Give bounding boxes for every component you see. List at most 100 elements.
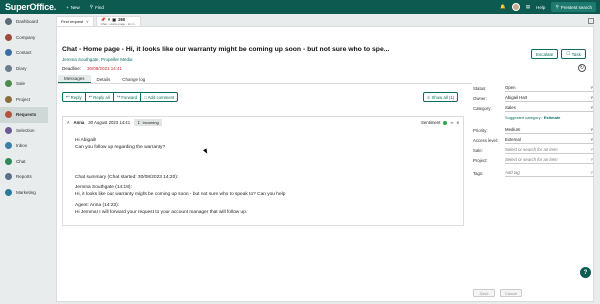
chevron-down-icon: ˅: [590, 157, 593, 162]
selection-icon: [5, 126, 12, 134]
cancel-button[interactable]: Cancel: [500, 289, 522, 297]
help-icon[interactable]: ?: [580, 267, 591, 278]
tags-placeholder: Add tag: [505, 170, 520, 175]
message-line: Hi Jemma! I will forward your request to…: [75, 209, 248, 215]
marketing-icon: [5, 188, 12, 196]
sidebar-item-selection[interactable]: Selection: [0, 123, 48, 139]
refresh-icon[interactable]: ↻: [578, 64, 586, 72]
save-button[interactable]: Save: [473, 289, 495, 297]
sidebar-item-label: Contact: [16, 50, 32, 56]
contact-icon: [5, 49, 12, 57]
bell-icon[interactable]: 🔔: [500, 4, 506, 10]
sale-select[interactable]: Select or search for an item ˅: [505, 146, 594, 154]
collapse-chevron-icon[interactable]: ˄: [67, 120, 70, 125]
sidebar-item-reports[interactable]: Reports: [0, 169, 48, 185]
suggested-value: Estimate: [543, 114, 561, 120]
tab-change-log[interactable]: Change log: [116, 75, 151, 83]
task-label: Task: [571, 51, 581, 57]
maximize-icon[interactable]: [588, 18, 594, 24]
chevron-down-icon: ˅: [590, 85, 593, 90]
reports-icon: [5, 173, 12, 181]
priority-select[interactable]: Medium ˅: [505, 126, 594, 134]
forward-button[interactable]: ↪ Forward: [114, 93, 142, 101]
access-select[interactable]: External ˅: [505, 136, 594, 144]
sidebar-item-diary[interactable]: Diary: [0, 61, 48, 77]
sidebar: Dashboard Company Contact Diary Sale Pro…: [0, 14, 48, 304]
sidebar-item-dashboard[interactable]: Dashboard: [0, 14, 48, 30]
sentiment-positive-icon: [443, 120, 448, 125]
suggested-category[interactable]: Suggested category: Estimate: [473, 113, 594, 121]
new-button[interactable]: + New: [66, 5, 80, 10]
chevron-down-icon: ˅: [590, 127, 593, 132]
category-select[interactable]: Sales ˅: [505, 104, 594, 112]
sidebar-item-label: Requests: [16, 112, 37, 118]
presearch-button[interactable]: ⚲ Prestest search: [551, 2, 596, 12]
project-label: Project:: [473, 157, 488, 163]
task-button[interactable]: ☐ Task: [561, 49, 586, 59]
category-field: Category: Sales ˅: [473, 103, 594, 113]
add-comment-button[interactable]: □ Add comment: [141, 93, 177, 101]
owner-select[interactable]: Abigail Hart ˅: [505, 94, 594, 102]
tab-find-request[interactable]: Find request ˅: [56, 16, 94, 26]
message-line: Agent: Anna (14:23):: [75, 202, 120, 208]
tab-details[interactable]: Details: [91, 75, 117, 83]
access-value: External: [505, 137, 521, 142]
find-button[interactable]: ⚲ Find: [90, 4, 104, 10]
owner-label: Owner:: [473, 95, 487, 101]
top-bar: SuperOffice. + New ⚲ Find 🔔 ▤ Help ⚲ Pre…: [0, 0, 600, 14]
sidebar-item-chat[interactable]: Chat: [0, 154, 48, 170]
status-select[interactable]: Open ˅: [505, 84, 594, 92]
project-field: Project: Select or search for an item ˅: [473, 155, 594, 165]
priority-field: Priority: Medium ˅: [473, 125, 594, 135]
direction-badge: ↧ Incoming: [134, 119, 162, 126]
sale-icon: [5, 80, 12, 88]
forward-label: Forward: [121, 94, 138, 100]
form-footer: Save Cancel: [473, 289, 522, 297]
deadline-value[interactable]: 30/08/2023 14:41: [87, 66, 122, 71]
sidebar-item-label: Dashboard: [16, 19, 39, 25]
avatar[interactable]: [511, 3, 520, 11]
sidebar-item-company[interactable]: Company: [0, 30, 48, 46]
list-icon: ≡: [427, 94, 430, 100]
sidebar-item-sale[interactable]: Sale: [0, 76, 48, 92]
chevron-down-icon: ˅: [590, 137, 593, 142]
sidebar-item-requests[interactable]: Requests: [0, 107, 48, 123]
reply-all-label: Reply all: [93, 94, 110, 100]
priority-value: Medium: [505, 127, 521, 132]
sale-field: Sale: Select or search for an item ˅: [473, 145, 594, 155]
search-icon: ⚲: [555, 4, 559, 9]
tab-subtitle: Chat - Home page - Hi, it...: [100, 21, 137, 26]
chevron-down-icon: ˅: [590, 95, 593, 100]
owner-field: Owner: Abigail Hart ˅: [473, 93, 594, 103]
reply-all-button[interactable]: ↩ Reply all: [86, 93, 114, 101]
help-link[interactable]: Help: [536, 5, 545, 10]
reply-button[interactable]: ↩ Reply: [63, 93, 86, 101]
sidebar-item-marketing[interactable]: Marketing: [0, 185, 48, 201]
tags-input[interactable]: Add tag ˅: [505, 169, 594, 177]
category-value: Sales: [505, 105, 516, 110]
company-icon: [5, 33, 12, 41]
plus-icon: +: [66, 4, 69, 10]
contact-link[interactable]: Jemma Southgate, Propeller Media: [62, 57, 133, 62]
paperclip-icon[interactable]: ∞: [450, 120, 453, 125]
project-select[interactable]: Select or search for an item ˅: [505, 156, 594, 164]
tab-messages[interactable]: Messages: [58, 75, 91, 83]
sidebar-item-project[interactable]: Project: [0, 92, 48, 108]
deadline: Deadline: 30/08/2023 14:41: [62, 66, 122, 71]
comment-icon: □: [144, 94, 147, 100]
priority-label: Priority:: [473, 127, 488, 133]
message-actions: ↩ Reply ↩ Reply all ↪ Forward □ Add comment: [62, 92, 179, 102]
message-body: Hi Abigail! Can you follow up regarding …: [63, 128, 463, 221]
menu-icon[interactable]: ≡: [456, 120, 459, 125]
access-label: Access level:: [473, 137, 499, 143]
sentiment-label: Sentiment: [421, 120, 441, 125]
escalate-button[interactable]: Escalate: [531, 49, 559, 59]
chevron-down-icon: ˅: [590, 105, 593, 110]
show-all-button[interactable]: ≡ Show all (1): [423, 92, 459, 102]
document-icon[interactable]: ▤: [526, 4, 530, 10]
sidebar-item-contact[interactable]: Contact: [0, 45, 48, 61]
sidebar-item-inbox[interactable]: Inbox: [0, 138, 48, 154]
sidebar-item-label: Reports: [16, 174, 32, 180]
tab-request-260[interactable]: 📌 × ▣ 260 Chat - Home page - Hi, it...: [95, 16, 142, 26]
message-date: 30 August 2023 14:41: [88, 120, 131, 125]
